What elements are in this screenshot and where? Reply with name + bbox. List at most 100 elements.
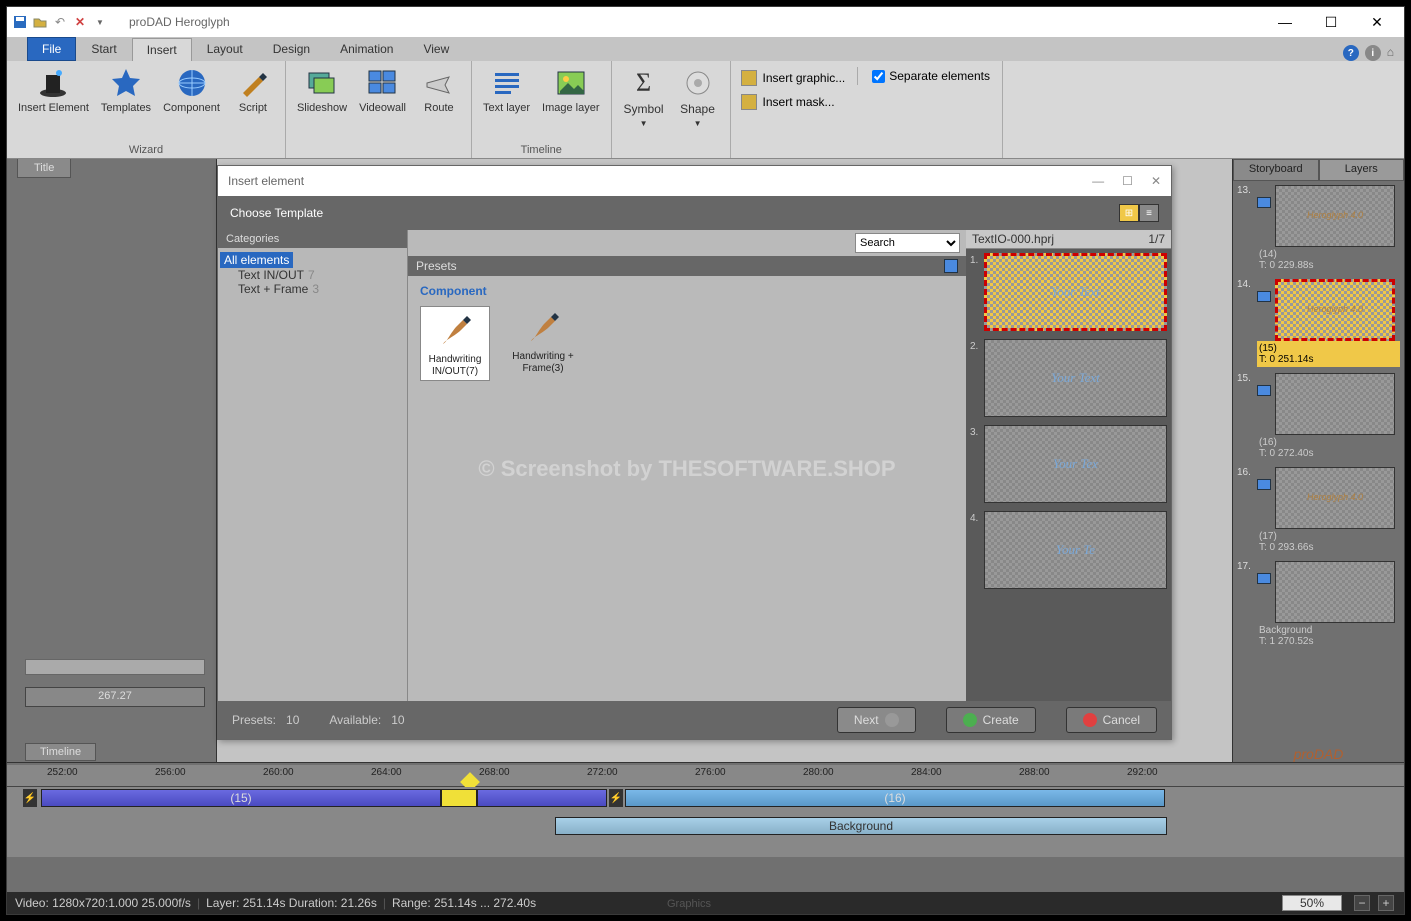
dialog-footer: Presets: 10 Available: 10 Next Create Ca… <box>218 701 1171 739</box>
tab-animation[interactable]: Animation <box>325 37 408 61</box>
dialog-close-icon[interactable]: ✕ <box>1151 174 1161 188</box>
ribbon-tabs: File Start Insert Layout Design Animatio… <box>7 37 1404 61</box>
list-view-icon[interactable]: ≡ <box>1139 204 1159 222</box>
templates-button[interactable]: Templates <box>96 64 156 142</box>
ribbon-group-wizard2: Slideshow Videowall Route <box>286 61 472 158</box>
home-icon[interactable]: ⌂ <box>1387 45 1394 61</box>
categories-panel: Categories All elements Text IN/OUT7 Tex… <box>218 230 408 701</box>
preview-item-3[interactable]: 3.Your Tex <box>970 425 1167 503</box>
videowall-button[interactable]: Videowall <box>354 64 411 142</box>
zoom-out-button[interactable]: − <box>1354 895 1370 911</box>
tab-start[interactable]: Start <box>76 37 131 61</box>
watermark: © Screenshot by THESOFTWARE.SHOP <box>408 456 966 482</box>
maximize-button[interactable]: ☐ <box>1308 8 1354 36</box>
close-button[interactable]: ✕ <box>1354 8 1400 36</box>
shape-button[interactable]: Shape▼ <box>672 64 724 142</box>
scrollbar-h[interactable] <box>25 659 205 675</box>
create-button[interactable]: Create <box>946 707 1036 733</box>
dialog-maximize-icon[interactable]: ☐ <box>1122 174 1133 188</box>
window-controls: — ☐ ✕ <box>1262 8 1400 36</box>
main-window: ↶ ✕ ▼ proDAD Heroglyph — ☐ ✕ File Start … <box>6 6 1405 915</box>
titlebar: ↶ ✕ ▼ proDAD Heroglyph — ☐ ✕ <box>7 7 1404 37</box>
storyboard-item[interactable]: 14.Heroglyph 4.0(15)T: 0 251.14s <box>1237 279 1400 367</box>
zoom-display[interactable]: 50% <box>1282 895 1342 911</box>
component-button[interactable]: Component <box>158 64 225 142</box>
timeline-tracks[interactable]: ⚡ (15) ⚡ (16) Background <box>7 787 1404 857</box>
separate-elements-checkbox[interactable]: Separate elements <box>866 67 996 85</box>
text-layer-button[interactable]: Text layer <box>478 64 535 142</box>
tab-layers[interactable]: Layers <box>1319 159 1405 181</box>
storyboard-item[interactable]: 15.(16)T: 0 272.40s <box>1237 373 1400 461</box>
category-all-elements[interactable]: All elements <box>220 252 293 268</box>
folder-icon <box>741 70 757 86</box>
preset-handwriting-inout[interactable]: Handwriting IN/OUT(7) <box>420 306 490 381</box>
insert-graphic-button[interactable]: Insert graphic... <box>737 67 850 89</box>
preset-handwriting-frame[interactable]: Handwriting + Frame(3) <box>508 306 578 381</box>
quick-access-toolbar: ↶ ✕ ▼ <box>11 13 109 31</box>
preview-item-1[interactable]: 1.Your Text <box>970 253 1167 331</box>
image-icon <box>555 67 587 99</box>
open-icon[interactable] <box>31 13 49 31</box>
status-video: Video: 1280x720:1.000 25.000f/s <box>15 896 191 910</box>
slideshow-button[interactable]: Slideshow <box>292 64 352 142</box>
clip-16[interactable]: (16) <box>625 789 1165 807</box>
ruler-tick: 260:00 <box>263 767 294 778</box>
help-icon[interactable]: ? <box>1343 45 1359 61</box>
preview-item-4[interactable]: 4.Your Te <box>970 511 1167 589</box>
dropdown-icon[interactable]: ▼ <box>91 13 109 31</box>
workspace: Title 267.27 Insert element — ☐ ✕ Choose… <box>7 159 1404 762</box>
folder-icon <box>741 94 757 110</box>
preview-item-2[interactable]: 2.Your Text <box>970 339 1167 417</box>
route-button[interactable]: Route <box>413 64 465 142</box>
next-button[interactable]: Next <box>837 707 916 733</box>
status-layer: Layer: 251.14s Duration: 21.26s <box>206 896 377 910</box>
videowall-icon <box>367 67 399 99</box>
tab-storyboard[interactable]: Storyboard <box>1233 159 1319 181</box>
zoom-in-button[interactable]: + <box>1378 895 1394 911</box>
ruler-tick: 264:00 <box>371 767 402 778</box>
clip-15b[interactable] <box>477 789 607 807</box>
star-icon <box>110 67 142 99</box>
ruler-tick: 252:00 <box>47 767 78 778</box>
monitor-icon <box>1257 573 1271 584</box>
close-file-icon[interactable]: ✕ <box>71 13 89 31</box>
search-select[interactable]: Search <box>855 233 960 253</box>
category-text-inout[interactable]: Text IN/OUT7 <box>220 268 405 282</box>
tab-design[interactable]: Design <box>258 37 325 61</box>
time-display[interactable]: 267.27 <box>25 687 205 707</box>
minimize-button[interactable]: — <box>1262 8 1308 36</box>
category-text-frame[interactable]: Text + Frame3 <box>220 282 405 296</box>
slideshow-icon <box>306 67 338 99</box>
timeline-tab[interactable]: Timeline <box>25 743 96 761</box>
insert-mask-button[interactable]: Insert mask... <box>737 91 850 113</box>
undo-icon[interactable]: ↶ <box>51 13 69 31</box>
storyboard-item[interactable]: 17.BackgroundT: 1 270.52s <box>1237 561 1400 649</box>
insert-element-button[interactable]: Insert Element <box>13 64 94 142</box>
preview-panel: TextIO-000.hprj1/7 1.Your Text 2.Your Te… <box>966 230 1171 701</box>
tab-layout[interactable]: Layout <box>192 37 258 61</box>
title-tab[interactable]: Title <box>17 159 71 178</box>
storyboard-item[interactable]: 16.Heroglyph 4.0(17)T: 0 293.66s <box>1237 467 1400 555</box>
presets-panel: Search Presets Component Handwriting IN/… <box>408 230 966 701</box>
ruler-tick: 276:00 <box>695 767 726 778</box>
clip-15[interactable]: (15) <box>41 789 441 807</box>
storyboard-panel: Storyboard Layers 13.Heroglyph 4.0(14)T:… <box>1232 159 1404 762</box>
tab-insert[interactable]: Insert <box>132 38 192 61</box>
tab-file[interactable]: File <box>27 37 76 61</box>
storyboard-item[interactable]: 13.Heroglyph 4.0(14)T: 0 229.88s <box>1237 185 1400 273</box>
timeline-ruler[interactable]: 252:00256:00260:00264:00268:00272:00276:… <box>7 765 1404 787</box>
cancel-button[interactable]: Cancel <box>1066 707 1157 733</box>
refresh-icon[interactable] <box>944 259 958 273</box>
save-icon[interactable] <box>11 13 29 31</box>
symbol-button[interactable]: Σ Symbol▼ <box>618 64 670 142</box>
image-layer-button[interactable]: Image layer <box>537 64 604 142</box>
tab-view[interactable]: View <box>408 37 464 61</box>
clip-yellow[interactable] <box>441 789 477 807</box>
status-range: Range: 251.14s ... 272.40s <box>392 896 536 910</box>
info-icon[interactable]: i <box>1365 45 1381 61</box>
dialog-minimize-icon[interactable]: — <box>1092 174 1104 188</box>
magic-hat-icon <box>37 67 69 99</box>
clip-background[interactable]: Background <box>555 817 1167 835</box>
script-button[interactable]: Script <box>227 64 279 142</box>
grid-view-icon[interactable]: ⊞ <box>1119 204 1139 222</box>
